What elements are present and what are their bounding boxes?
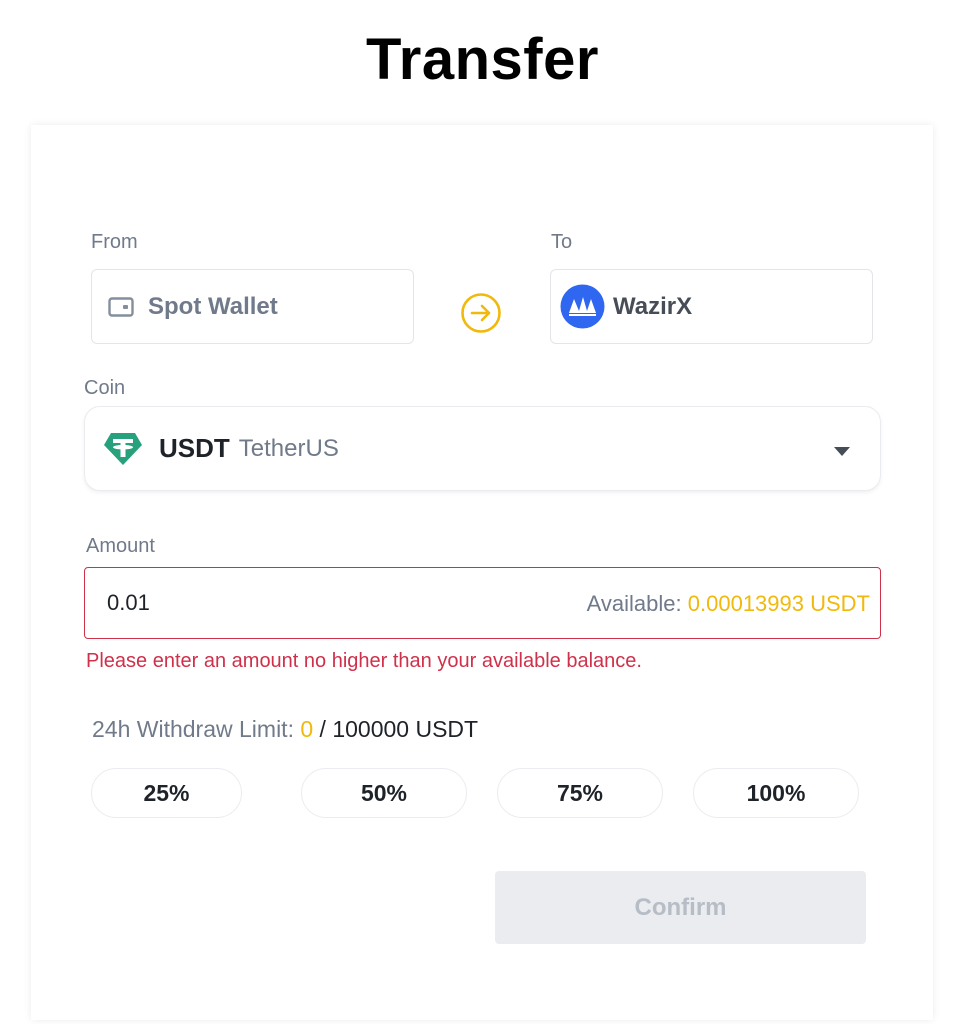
percent-50-button[interactable]: 50% — [301, 768, 467, 818]
arrow-right-circle-icon[interactable] — [460, 292, 502, 334]
amount-error-message: Please enter an amount no higher than yo… — [86, 650, 642, 672]
withdraw-limit: 24h Withdraw Limit: 0 / 100000 USDT — [92, 716, 478, 743]
from-label: From — [91, 231, 138, 253]
coin-selector[interactable]: USDT TetherUS — [84, 406, 881, 491]
percent-75-button[interactable]: 75% — [497, 768, 663, 818]
from-wallet-name: Spot Wallet — [148, 292, 278, 320]
to-wallet-selector[interactable]: WazirX — [550, 269, 873, 344]
to-label: To — [551, 231, 573, 253]
withdraw-limit-used: 0 — [300, 716, 314, 742]
confirm-button[interactable]: Confirm — [495, 871, 866, 944]
withdraw-limit-label: 24h Withdraw Limit: — [92, 716, 294, 742]
withdraw-limit-separator: / — [319, 716, 326, 742]
percent-100-button[interactable]: 100% — [693, 768, 859, 818]
available-value: 0.00013993 USDT — [687, 591, 870, 616]
amount-value[interactable]: 0.01 — [107, 590, 150, 616]
coin-symbol: USDT — [159, 433, 230, 463]
from-wallet-selector[interactable]: Spot Wallet — [91, 269, 414, 344]
wazirx-logo-icon — [560, 284, 605, 329]
to-wallet-name: WazirX — [613, 292, 693, 320]
page-title: Transfer — [366, 27, 599, 92]
coin-name: TetherUS — [238, 434, 339, 462]
amount-input[interactable]: 0.01 Available: 0.00013993 USDT — [84, 567, 881, 639]
amount-label: Amount — [86, 535, 155, 557]
coin-label: Coin — [84, 377, 126, 399]
available-label: Available: — [586, 591, 682, 616]
tether-icon — [103, 431, 143, 467]
chevron-down-icon — [834, 447, 850, 456]
percent-25-button[interactable]: 25% — [91, 768, 242, 818]
wallet-icon — [108, 296, 134, 318]
available-balance: Available: 0.00013993 USDT — [587, 591, 870, 617]
withdraw-limit-max: 100000 USDT — [332, 716, 479, 742]
